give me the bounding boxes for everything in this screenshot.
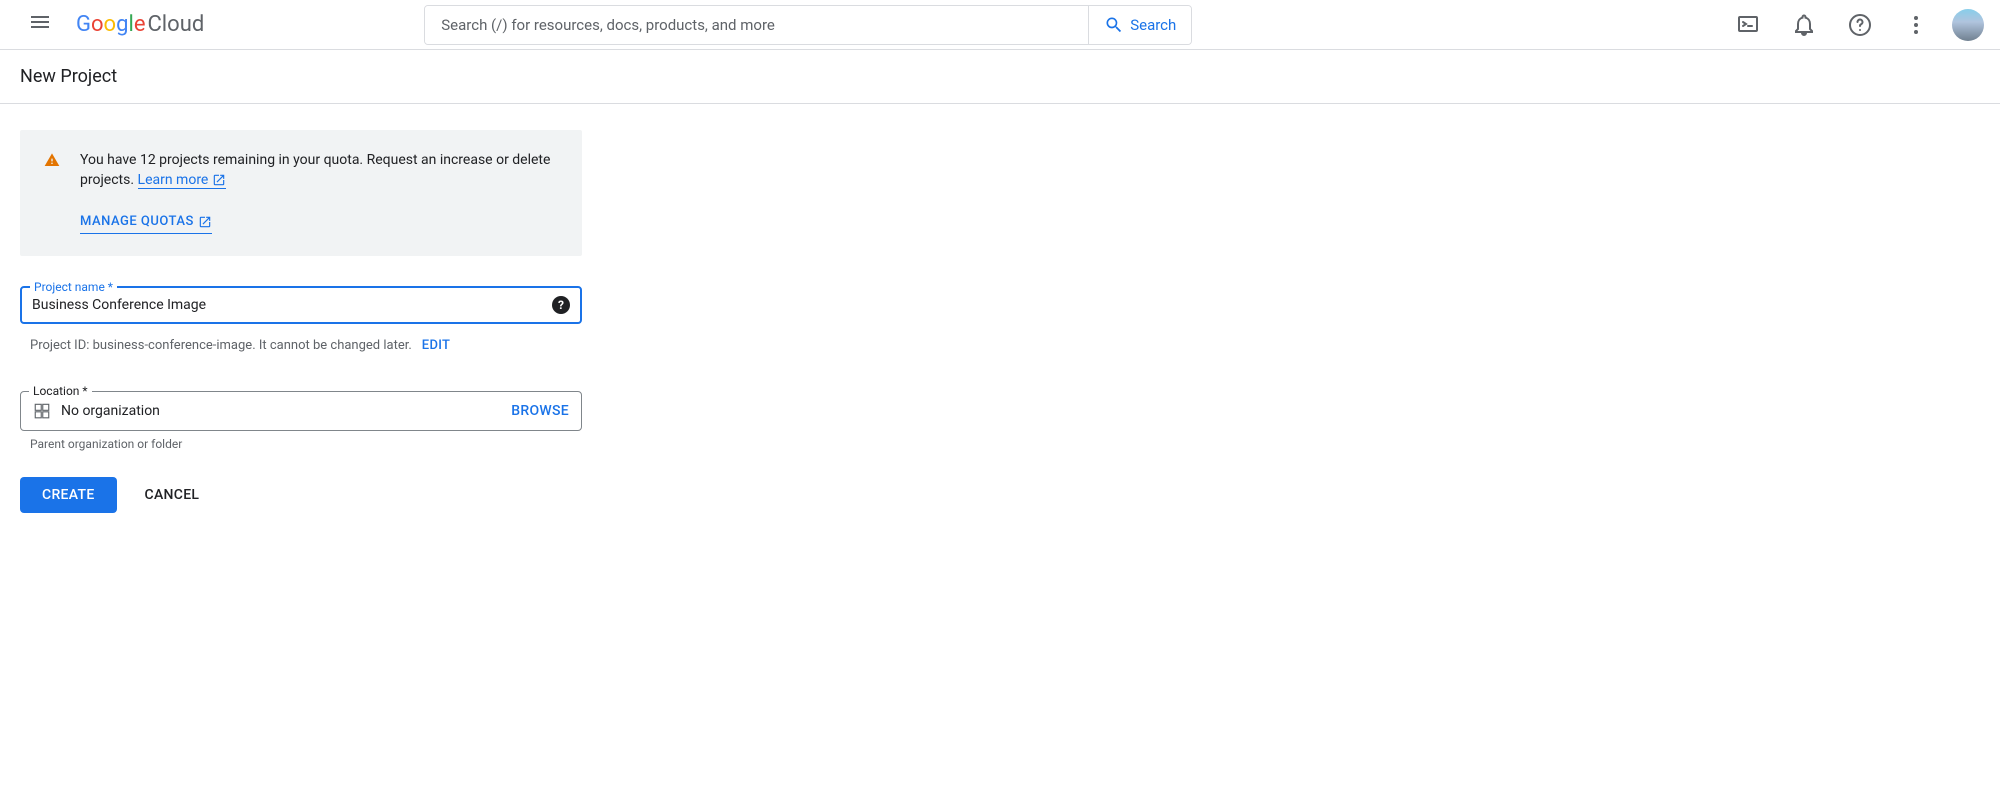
edit-project-id-link[interactable]: EDIT [422,338,450,353]
browse-button[interactable]: BROWSE [511,403,569,419]
search-input[interactable] [425,6,1088,44]
bell-icon [1792,13,1816,37]
location-field: Location * No organization BROWSE Parent… [20,391,582,451]
search-container: Search [424,5,1192,45]
organization-icon [33,402,51,420]
location-value: No organization [61,403,501,419]
page-title-bar: New Project [0,50,2000,104]
project-id-row: Project ID: business-conference-image. I… [20,338,1980,353]
cancel-button[interactable]: CANCEL [145,487,200,503]
location-helper-text: Parent organization or folder [20,437,582,451]
header-bar: Google Cloud Search [0,0,2000,50]
cloud-shell-icon [1736,13,1760,37]
user-avatar[interactable] [1952,9,1984,41]
cloud-shell-button[interactable] [1724,1,1772,49]
more-vert-icon [1904,13,1928,37]
warning-icon [44,150,60,234]
help-button[interactable] [1836,1,1884,49]
google-cloud-logo[interactable]: Google Cloud [76,12,204,37]
search-icon [1104,15,1124,35]
notifications-button[interactable] [1780,1,1828,49]
location-label: Location * [29,384,92,398]
learn-more-link[interactable]: Learn more [138,172,226,189]
external-link-icon [212,173,226,187]
quota-text: You have 12 projects remaining in your q… [80,150,558,234]
hamburger-icon [28,13,52,37]
quota-notice: You have 12 projects remaining in your q… [20,130,582,256]
field-help-icon[interactable]: ? [552,296,570,314]
project-name-input[interactable] [32,297,552,313]
project-name-label: Project name * [30,280,117,294]
manage-quotas-link[interactable]: MANAGE QUOTAS [80,212,212,234]
project-name-field: Project name * ? [20,286,582,324]
create-button[interactable]: CREATE [20,477,117,513]
button-row: CREATE CANCEL [20,477,1980,513]
external-link-icon [198,215,212,229]
search-button[interactable]: Search [1088,6,1191,44]
content-area: You have 12 projects remaining in your q… [0,104,2000,539]
page-title: New Project [20,66,117,87]
more-options-button[interactable] [1892,1,1940,49]
help-circle-icon [1848,13,1872,37]
menu-button[interactable] [16,1,64,49]
